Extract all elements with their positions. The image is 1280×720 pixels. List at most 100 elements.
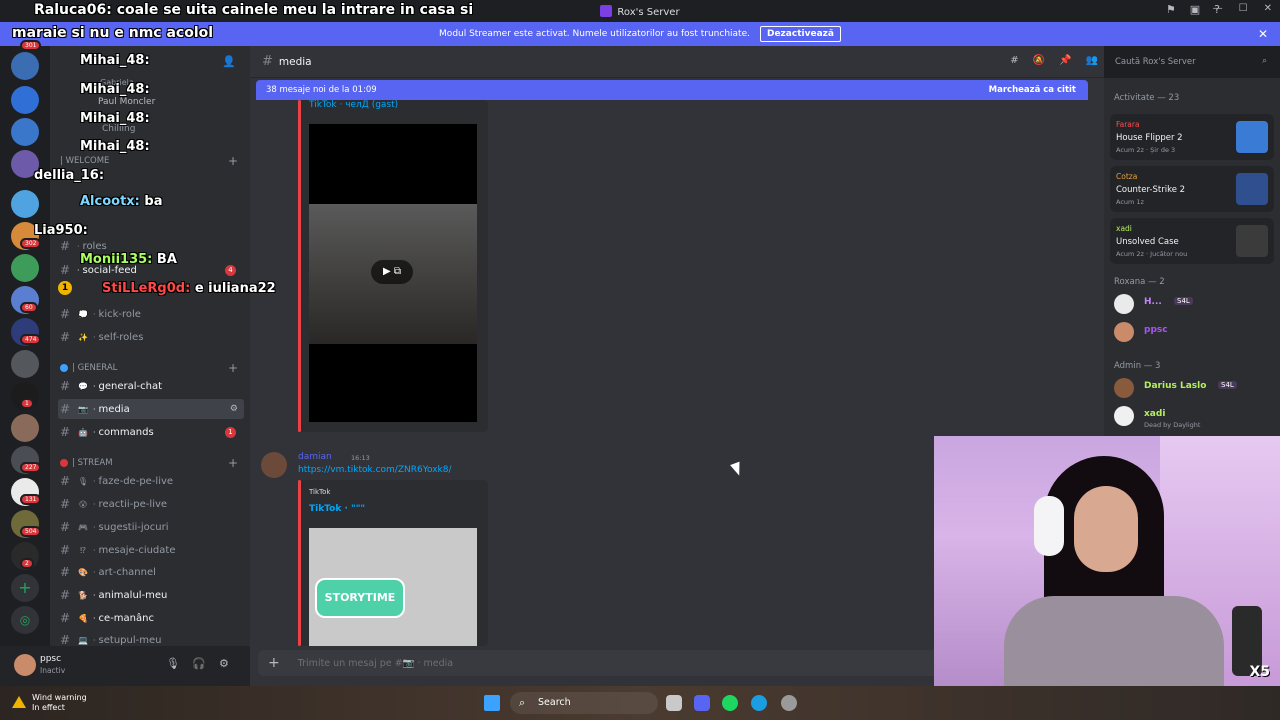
disable-streamer-mode-button[interactable]: Dezactivează <box>759 26 841 42</box>
message-author[interactable]: damian <box>298 452 332 462</box>
channel-emoji: 🎮 <box>78 522 88 532</box>
add-channel-icon[interactable]: + <box>228 154 238 168</box>
notifications-icon[interactable]: 🔕 <box>1033 55 1045 66</box>
close-icon[interactable]: ✕ <box>1258 27 1268 41</box>
channel-emoji: 🐕 <box>78 590 88 600</box>
new-messages-bar[interactable]: 38 mesaje noi de la 01:09 Marchează ca c… <box>256 80 1088 100</box>
server-icon[interactable] <box>11 86 39 114</box>
avatar[interactable] <box>261 452 287 478</box>
overlay-chat-user: StiLLeRg0d: <box>102 281 191 296</box>
embed-title[interactable]: TikTok · челД (gast) <box>309 100 398 110</box>
channel-settings-icon[interactable]: ⚙ <box>230 404 238 414</box>
members-icon[interactable]: 👥 <box>1086 55 1098 66</box>
storytime-sticker: STORYTIME <box>315 578 405 618</box>
activity-user: xadi <box>1116 224 1132 233</box>
video-thumbnail[interactable]: STORYTIME <box>309 528 477 646</box>
user-settings-icon[interactable]: ⚙ <box>219 657 229 670</box>
taskbar-search-label: Search <box>538 697 571 708</box>
tiktok-embed: TikTok TikTok · """ STORYTIME <box>301 480 488 646</box>
category-general[interactable]: | GENERAL + <box>60 361 240 375</box>
channel-commands[interactable]: # 🤖 · commands 1 <box>58 422 244 442</box>
member-activity: Dead by Daylight <box>1144 421 1201 429</box>
app-icon[interactable] <box>781 695 797 711</box>
headphones-icon[interactable]: 🎧 <box>192 657 206 670</box>
add-server-icon[interactable]: + <box>11 574 39 602</box>
add-channel-icon[interactable]: + <box>228 361 238 375</box>
discover-icon[interactable]: ◎ <box>11 606 39 634</box>
threads-icon[interactable]: # <box>1010 55 1018 66</box>
hash-icon: # <box>60 543 71 557</box>
server-icon[interactable] <box>11 190 39 218</box>
activity-card[interactable]: Cotza Counter-Strike 2 Acum 1z <box>1110 166 1274 212</box>
task-view-icon[interactable] <box>666 695 682 711</box>
channel-name: art-channel <box>98 566 156 578</box>
start-button[interactable] <box>484 695 500 711</box>
avatar <box>1114 294 1134 314</box>
member-row[interactable]: xadi Dead by Daylight <box>1114 404 1274 429</box>
channel-self-roles[interactable]: # ✨ · self-roles <box>58 327 244 347</box>
member-list: Activitate — 23 Farara House Flipper 2 A… <box>1104 78 1280 438</box>
avatar[interactable] <box>14 654 36 676</box>
channel-art-channel[interactable]: # 🎨 · art-channel <box>58 562 244 582</box>
mark-as-read-button[interactable]: Marchează ca citit <box>989 85 1076 95</box>
pin-icon[interactable]: 📌 <box>1059 55 1071 66</box>
channel-setupul-meu[interactable]: # 💻 · setupul-meu <box>58 630 244 646</box>
category-stream[interactable]: | STREAM + <box>60 456 240 470</box>
channel-reactii-pe-live[interactable]: # 😮 · reactii-pe-live <box>58 494 244 514</box>
channel-emoji: 🤖 <box>78 427 88 437</box>
warning-icon <box>12 696 26 708</box>
add-member-icon[interactable]: 👤 <box>222 55 236 68</box>
embed-provider: TikTok <box>309 488 331 496</box>
channel-ce-manânc[interactable]: # 🍕 · ce-manânc <box>58 608 244 628</box>
overlay-chat-user: Monii135: <box>80 252 153 267</box>
channel-kick-role[interactable]: # 💭 · kick-role <box>58 304 244 324</box>
channel-faze-de-pe-live[interactable]: # 🎙 · faze-de-pe-live <box>58 471 244 491</box>
close-window-button[interactable]: ✕ <box>1264 3 1272 14</box>
maximize-button[interactable]: ☐ <box>1239 3 1248 14</box>
play-icon[interactable]: ▶ ⧉ <box>371 260 413 284</box>
server-badge: 227 <box>20 462 42 473</box>
weather-widget[interactable]: Wind warning In effect <box>12 693 87 713</box>
channel-emoji: 🍕 <box>78 613 88 623</box>
video-player[interactable]: ▶ ⧉ <box>309 124 477 422</box>
flag-icon[interactable]: ⚑ <box>1166 3 1176 16</box>
microphone-icon[interactable]: 🎙 <box>166 657 180 670</box>
screen-icon[interactable]: ▣ <box>1190 3 1200 16</box>
edge-icon[interactable] <box>751 695 767 711</box>
channel-mesaje-ciudate[interactable]: # ⁉ · mesaje-ciudate <box>58 540 244 560</box>
server-icon[interactable] <box>11 414 39 442</box>
message-input[interactable]: Trimite un mesaj pe #📷 · media <box>298 658 453 669</box>
taskbar-search[interactable]: ⌕ Search <box>510 692 658 714</box>
activity-card[interactable]: Farara House Flipper 2 Acum 2z · Șir de … <box>1110 114 1274 160</box>
server-icon[interactable] <box>11 350 39 378</box>
channel-animalul-meu[interactable]: # 🐕 · animalul-meu <box>58 585 244 605</box>
server-icon[interactable] <box>11 52 39 80</box>
server-icon[interactable] <box>11 254 39 282</box>
add-attachment-icon[interactable]: + <box>268 655 280 671</box>
category-welcome[interactable]: | WELCOME + <box>60 154 240 168</box>
channel-general-chat[interactable]: # 💬 · general-chat <box>58 376 244 396</box>
webcam-face <box>1074 486 1138 572</box>
webcam-overlay: X5 <box>934 436 1280 686</box>
member-row[interactable]: H... S4L <box>1114 292 1274 316</box>
discord-icon[interactable] <box>694 695 710 711</box>
activity-card[interactable]: xadi Unsolved Case Acum 2z · Jucător nou <box>1110 218 1274 264</box>
embed-title[interactable]: TikTok · """ <box>309 504 365 514</box>
add-channel-icon[interactable]: + <box>228 456 238 470</box>
message-link[interactable]: https://vm.tiktok.com/ZNR6Yoxk8/ <box>298 465 452 475</box>
game-thumbnail <box>1236 121 1268 153</box>
search-input[interactable]: Caută Rox's Server ⌕ <box>1110 53 1272 73</box>
server-badge: 2 <box>20 558 34 569</box>
channel-media[interactable]: # 📷 · media ⚙ <box>58 399 244 419</box>
minimize-button[interactable]: — <box>1213 3 1223 14</box>
category-welcome-label: | WELCOME <box>60 156 110 166</box>
avatar <box>1114 378 1134 398</box>
server-icon[interactable] <box>11 118 39 146</box>
channel-emoji: 💬 <box>78 381 88 391</box>
activity-meta: Acum 1z <box>1116 198 1144 206</box>
member-row[interactable]: Darius Laslo S4L <box>1114 376 1274 400</box>
spotify-icon[interactable] <box>722 695 738 711</box>
member-row[interactable]: ppsc <box>1114 320 1274 344</box>
channel-sugestii-jocuri[interactable]: # 🎮 · sugestii-jocuri <box>58 517 244 537</box>
member-name: ppsc <box>1144 325 1168 335</box>
